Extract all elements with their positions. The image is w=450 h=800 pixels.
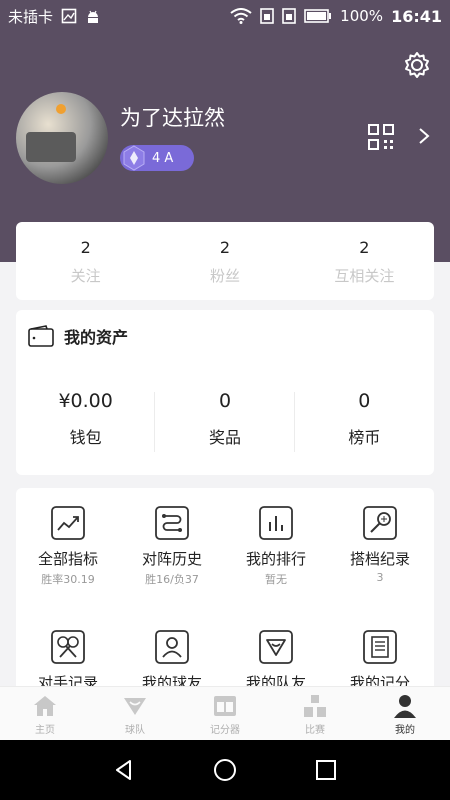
stat-count: 2 xyxy=(359,238,370,257)
asset-value: ¥0.00 xyxy=(58,390,113,412)
level-badge: 4 A xyxy=(120,145,194,171)
stat-label: 粉丝 xyxy=(209,267,240,285)
status-bar: 未插卡 100% 16:41 xyxy=(0,0,450,32)
match-icon xyxy=(304,695,326,717)
asset-value: 0 xyxy=(218,390,232,412)
bar-chart-icon xyxy=(259,506,293,540)
document-icon xyxy=(363,630,397,664)
menu-grid-card: 全部指标 胜率30.19 对阵历史 胜16/负37 我的排行 暂无 搭档纪录 3 xyxy=(16,488,434,718)
menu-label: 搭档纪录 xyxy=(349,550,410,568)
menu-sub: 胜率30.19 xyxy=(41,573,95,586)
person-icon xyxy=(155,630,189,664)
battery-percent: 100% xyxy=(340,7,384,25)
wallet-icon xyxy=(28,325,54,347)
gear-icon[interactable] xyxy=(402,50,432,80)
back-icon[interactable] xyxy=(112,758,136,782)
avatar[interactable] xyxy=(16,92,108,184)
tab-label: 我的 xyxy=(395,725,415,736)
tab-me[interactable]: 我的 xyxy=(360,687,450,740)
asset-label: 榜币 xyxy=(348,428,381,447)
home-nav-icon[interactable] xyxy=(213,758,237,782)
chevron-right-icon[interactable] xyxy=(418,127,430,145)
menu-label: 全部指标 xyxy=(37,550,98,568)
system-nav-bar xyxy=(0,740,450,800)
tab-label: 记分器 xyxy=(210,725,240,736)
menu-label: 我的排行 xyxy=(245,550,306,568)
crossed-rackets-icon xyxy=(51,630,85,664)
menu-match-history[interactable]: 对阵历史 胜16/负37 xyxy=(120,506,224,587)
menu-my-ranking[interactable]: 我的排行 暂无 xyxy=(224,506,328,587)
team-icon xyxy=(124,698,146,715)
qr-code-icon[interactable] xyxy=(368,124,394,150)
sim-2-icon xyxy=(282,8,296,24)
stat-following[interactable]: 2 关注 xyxy=(16,222,155,300)
gem-icon xyxy=(123,145,145,171)
menu-sub: 胜16/负37 xyxy=(145,573,199,586)
stat-label: 关注 xyxy=(70,267,101,285)
asset-value: 0 xyxy=(358,390,371,412)
asset-label: 奖品 xyxy=(208,428,241,447)
menu-sub: 3 xyxy=(376,571,384,584)
racket-icon xyxy=(363,506,397,540)
menu-label: 对阵历史 xyxy=(141,550,202,568)
carrier-label: 未插卡 xyxy=(8,7,54,26)
tab-team[interactable]: 球队 xyxy=(90,687,180,740)
stat-count: 2 xyxy=(219,238,231,257)
bottom-tab-bar: 主页 球队 记分器 比赛 我的 xyxy=(0,686,450,740)
tab-scorer[interactable]: 记分器 xyxy=(180,687,270,740)
asset-coins[interactable]: 0 榜币 xyxy=(295,390,434,448)
battery-icon xyxy=(304,9,332,23)
assets-card: 我的资产 ¥0.00 钱包 0 奖品 0 榜币 xyxy=(16,310,434,475)
stat-label: 互相关注 xyxy=(334,267,395,285)
shield-icon xyxy=(259,630,293,664)
stat-followers[interactable]: 2 粉丝 xyxy=(155,222,294,300)
asset-label: 钱包 xyxy=(69,428,102,447)
username: 为了达拉然 xyxy=(120,106,225,130)
trend-chart-icon xyxy=(51,506,85,540)
home-icon xyxy=(34,696,56,716)
route-icon xyxy=(155,506,189,540)
menu-partner-record[interactable]: 搭档纪录 3 xyxy=(328,506,432,584)
asset-prizes[interactable]: 0 奖品 xyxy=(155,390,295,452)
assets-title: 我的资产 xyxy=(64,328,129,347)
menu-my-scoring[interactable]: 我的记分 xyxy=(328,630,432,693)
image-icon xyxy=(61,8,77,24)
menu-opponent-record[interactable]: 对手记录 xyxy=(16,630,120,693)
scoreboard-icon xyxy=(214,696,236,716)
wifi-icon xyxy=(230,8,252,24)
tab-label: 球队 xyxy=(125,725,145,736)
recents-icon[interactable] xyxy=(314,758,338,782)
tab-label: 比赛 xyxy=(305,725,325,736)
profile-icon xyxy=(394,695,416,718)
tab-label: 主页 xyxy=(35,725,55,736)
asset-wallet[interactable]: ¥0.00 钱包 xyxy=(16,390,156,452)
social-stats-card: 2 关注 2 粉丝 2 互相关注 xyxy=(16,222,434,300)
sim-1-icon xyxy=(260,8,274,24)
menu-my-teammates[interactable]: 我的队友 xyxy=(224,630,328,693)
stat-count: 2 xyxy=(80,238,91,257)
menu-sub: 暂无 xyxy=(265,573,287,586)
level-label: 4 A xyxy=(152,150,174,166)
tab-home[interactable]: 主页 xyxy=(0,687,90,740)
stat-mutual[interactable]: 2 互相关注 xyxy=(295,222,434,300)
menu-all-stats[interactable]: 全部指标 胜率30.19 xyxy=(16,506,120,587)
menu-my-friends[interactable]: 我的球友 xyxy=(120,630,224,693)
tab-match[interactable]: 比赛 xyxy=(270,687,360,740)
clock: 16:41 xyxy=(391,6,442,26)
android-icon xyxy=(88,10,99,23)
